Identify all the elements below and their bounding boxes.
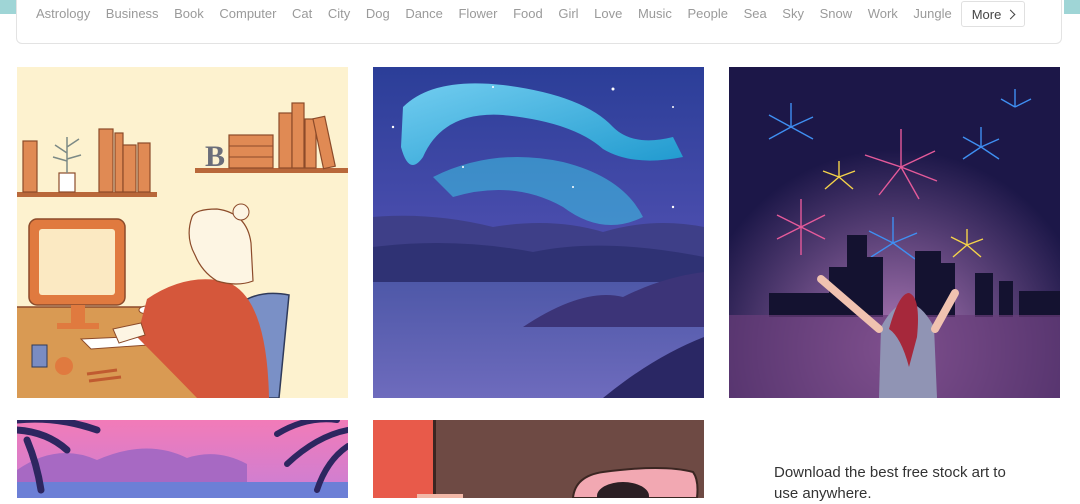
illustration-pink-bedroom[interactable] [373,420,704,498]
illustration-person-at-computer[interactable]: B [17,67,348,398]
top-accent-left [0,0,16,14]
category-link-love[interactable]: Love [594,6,622,21]
illustration-aurora-lake[interactable] [373,67,704,398]
category-link-cat[interactable]: Cat [292,6,312,21]
desk-computer-illustration: B [17,67,348,398]
category-link-astrology[interactable]: Astrology [36,6,90,21]
category-link-flower[interactable]: Flower [458,6,497,21]
illustration-tropical-beach[interactable] [17,420,348,498]
svg-text:B: B [205,140,225,173]
category-link-sea[interactable]: Sea [744,6,767,21]
beach-illustration [17,420,348,498]
bedroom-illustration [373,420,704,498]
chevron-right-icon [1005,9,1016,20]
category-link-jungle[interactable]: Jungle [913,6,951,21]
category-link-computer[interactable]: Computer [219,6,276,21]
fireworks-illustration [729,67,1060,398]
category-link-snow[interactable]: Snow [820,6,853,21]
category-link-city[interactable]: City [328,6,350,21]
category-link-dance[interactable]: Dance [405,6,443,21]
category-link-music[interactable]: Music [638,6,672,21]
category-link-people[interactable]: People [687,6,727,21]
category-link-business[interactable]: Business [106,6,159,21]
illustration-fireworks-city[interactable] [729,67,1060,398]
more-button[interactable]: More [961,1,1025,27]
category-link-work[interactable]: Work [868,6,898,21]
category-link-book[interactable]: Book [174,6,204,21]
more-button-label: More [971,6,1002,22]
category-bar: Astrology Business Book Computer Cat City Dog D… [16,0,1062,44]
category-link-girl[interactable]: Girl [558,6,578,21]
category-link-food[interactable]: Food [513,6,543,21]
category-link-sky[interactable]: Sky [782,6,804,21]
category-list: Astrology Business Book Computer Cat City Dog D… [36,6,967,21]
category-link-dog[interactable]: Dog [366,6,390,21]
top-accent-right [1064,0,1080,14]
aurora-illustration [373,67,704,398]
